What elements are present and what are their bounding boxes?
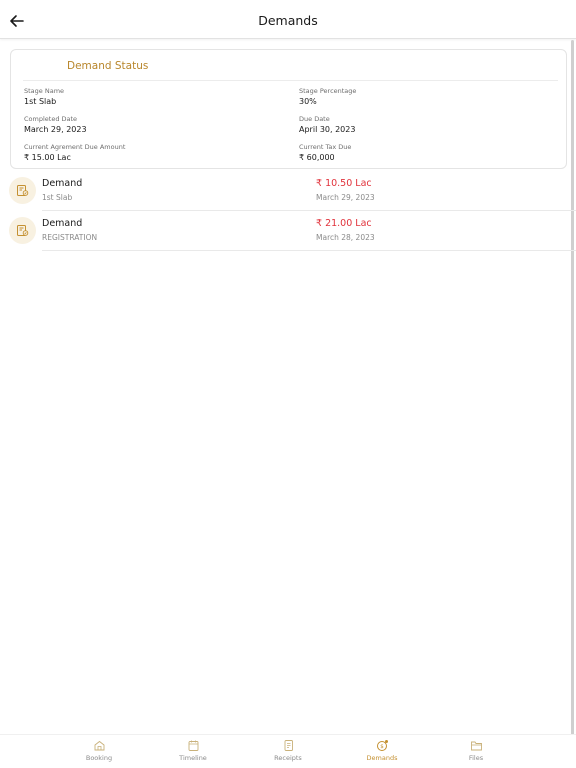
- demand-date: March 29, 2023: [316, 193, 375, 202]
- field-label: Stage Percentage: [299, 87, 357, 95]
- nav-timeline[interactable]: Timeline: [158, 739, 228, 767]
- booking-icon: [94, 740, 104, 751]
- svg-text:$: $: [380, 744, 384, 750]
- nav-label: Demands: [366, 754, 398, 762]
- bottom-navigation: Booking Timeline Receipts $ Demands File…: [0, 734, 576, 768]
- demand-amount: ₹ 10.50 Lac: [316, 178, 372, 189]
- demand-stage: 1st Slab: [42, 193, 73, 202]
- page-title: Demands: [258, 13, 318, 28]
- field-value: March 29, 2023: [24, 125, 87, 134]
- field-value: 1st Slab: [24, 97, 57, 106]
- field-value: ₹ 60,000: [299, 153, 335, 162]
- nav-label: Timeline: [179, 754, 207, 762]
- completed-date-field: Completed Date March 29, 2023: [24, 115, 87, 136]
- nav-files[interactable]: Files: [441, 739, 511, 767]
- demand-amount: ₹ 21.00 Lac: [316, 218, 372, 229]
- timeline-icon: [188, 740, 198, 751]
- demand-icon-badge: [9, 217, 36, 244]
- field-label: Completed Date: [24, 115, 78, 123]
- demand-invoice-icon: [17, 185, 29, 196]
- demand-status-card: Demand Status Stage Name 1st Slab Stage …: [10, 49, 567, 169]
- demand-stage: REGISTRATION: [42, 233, 98, 242]
- field-label: Stage Name: [24, 87, 65, 95]
- demands-icon: $: [376, 740, 388, 751]
- demand-row[interactable]: Demand REGISTRATION ₹ 21.00 Lac March 28…: [0, 211, 576, 251]
- demand-invoice-icon: [17, 225, 29, 236]
- files-icon: [470, 741, 482, 751]
- nav-receipts[interactable]: Receipts: [253, 739, 323, 767]
- scrollbar[interactable]: [571, 40, 574, 735]
- agreement-due-amount-field: Current Agrement Due Amount ₹ 15.00 Lac: [24, 143, 125, 164]
- stage-percentage-field: Stage Percentage 30%: [299, 87, 356, 108]
- field-value: ₹ 15.00 Lac: [24, 153, 71, 162]
- stage-name-field: Stage Name 1st Slab: [24, 87, 64, 108]
- status-card-title: Demand Status: [67, 60, 149, 72]
- field-value: April 30, 2023: [299, 125, 356, 134]
- nav-demands[interactable]: $ Demands: [347, 739, 417, 767]
- demand-title: Demand: [42, 178, 83, 189]
- tax-due-field: Current Tax Due ₹ 60,000: [299, 143, 351, 164]
- divider: [23, 80, 558, 81]
- nav-label: Receipts: [274, 754, 302, 762]
- divider: [42, 250, 576, 251]
- field-label: Current Tax Due: [299, 143, 352, 151]
- field-value: 30%: [299, 97, 317, 106]
- due-date-field: Due Date April 30, 2023: [299, 115, 355, 136]
- demand-row[interactable]: Demand 1st Slab ₹ 10.50 Lac March 29, 20…: [0, 171, 576, 211]
- nav-booking[interactable]: Booking: [64, 739, 134, 767]
- nav-label: Booking: [85, 754, 113, 762]
- demand-icon-badge: [9, 177, 36, 204]
- field-label: Due Date: [299, 115, 330, 123]
- receipts-icon: [284, 740, 293, 751]
- demand-title: Demand: [42, 218, 83, 229]
- app-header: Demands: [0, 0, 576, 39]
- field-label: Current Agrement Due Amount: [24, 143, 126, 151]
- nav-label: Files: [468, 754, 484, 762]
- demand-date: March 28, 2023: [316, 233, 375, 242]
